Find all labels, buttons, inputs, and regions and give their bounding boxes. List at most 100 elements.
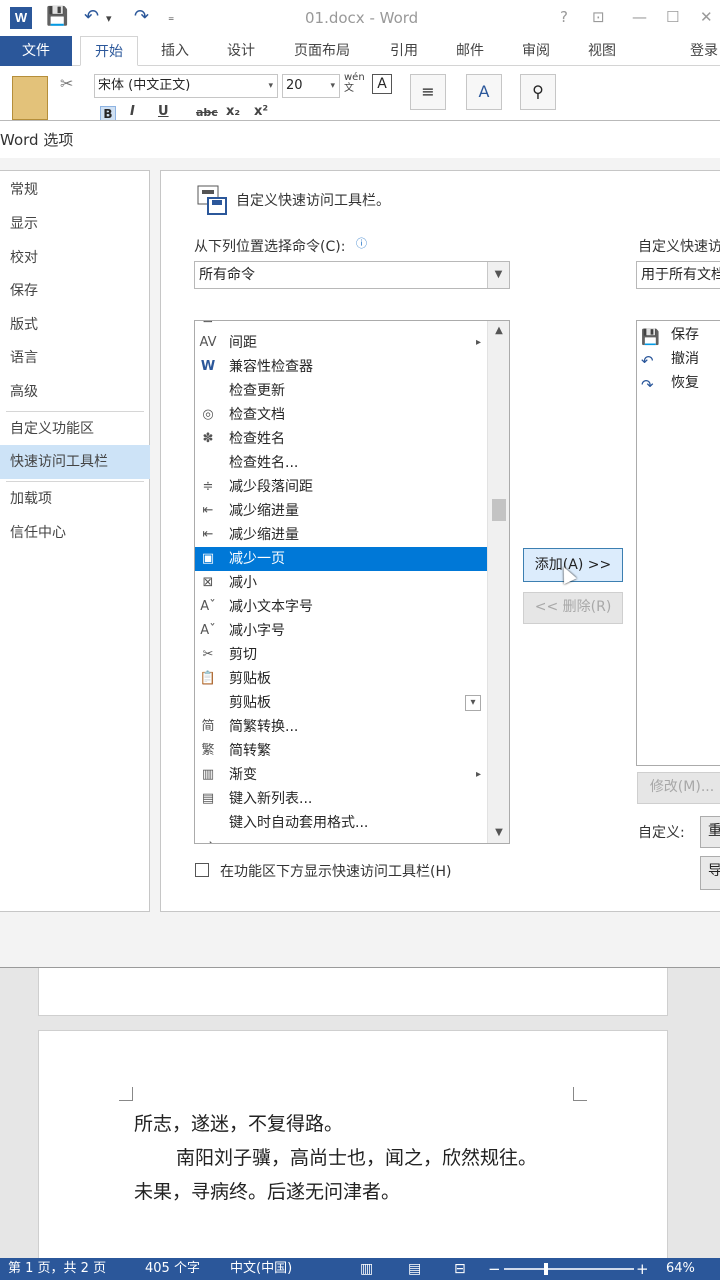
page-count[interactable]: 第 1 页，共 2 页 [8, 1258, 106, 1280]
commands-scrollbar[interactable]: ▲ ▼ [487, 321, 509, 843]
font-size-select[interactable]: 20 ▾ [282, 74, 340, 98]
list-item[interactable]: 检查姓名... [195, 451, 487, 475]
find-icon[interactable]: ⚲ [520, 74, 556, 110]
tab-file[interactable]: 文件 [0, 36, 72, 66]
list-item[interactable]: ◎ 检查文档 [195, 403, 487, 427]
tab-review[interactable]: 审阅 [510, 36, 562, 66]
read-mode-icon[interactable]: ▥ [360, 1258, 373, 1280]
scroll-thumb[interactable] [492, 499, 506, 521]
undo-dropdown-icon[interactable]: ▾ [106, 12, 112, 25]
web-layout-icon[interactable]: ⊟ [454, 1258, 466, 1280]
list-item[interactable]: ⇄ [195, 835, 487, 843]
list-item[interactable]: ⊠ 减小 [195, 571, 487, 595]
tab-insert[interactable]: 插入 [148, 36, 202, 66]
scroll-up-icon[interactable]: ▲ [488, 321, 509, 341]
tab-page-layout[interactable]: 页面布局 [282, 36, 362, 66]
list-item[interactable]: 检查更新 [195, 379, 487, 403]
print-layout-icon[interactable]: ▤ [408, 1258, 421, 1280]
nav-quick-access-toolbar[interactable]: 快速访问工具栏 [0, 445, 150, 479]
nav-display[interactable]: 显示 [0, 207, 150, 241]
nav-language[interactable]: 语言 [0, 341, 150, 375]
zoom-slider[interactable] [504, 1268, 634, 1270]
list-item[interactable]: 剪贴板 ▾ [195, 691, 487, 715]
strikethrough-button[interactable]: abc [196, 106, 218, 119]
undo-icon[interactable]: ↶ [84, 6, 99, 27]
word-count[interactable]: 405 个字 [145, 1258, 200, 1280]
font-name-select[interactable]: 宋体 (中文正文) ▾ [94, 74, 278, 98]
list-item[interactable]: 📋 剪贴板 [195, 667, 487, 691]
list-item[interactable]: Aˇ 减小字号 [195, 619, 487, 643]
subscript-button[interactable]: x₂ [226, 104, 240, 119]
italic-button[interactable]: I [130, 104, 135, 119]
customize-qat-icon[interactable]: ₌ [168, 10, 174, 24]
zoom-out-icon[interactable]: − [488, 1258, 501, 1280]
zoom-slider-thumb[interactable] [544, 1263, 548, 1275]
undo-icon: ↶ [641, 352, 654, 370]
phonetic-guide-icon[interactable]: wén 文 [344, 72, 366, 94]
nav-customize-ribbon[interactable]: 自定义功能区 [0, 412, 150, 446]
list-item[interactable]: ⇤ 减少缩进量 [195, 523, 487, 547]
choose-commands-select[interactable]: 所有命令 ▼ [194, 261, 510, 289]
import-export-button[interactable]: 导 [700, 856, 720, 890]
tab-view[interactable]: 视图 [576, 36, 628, 66]
save-icon[interactable]: 💾 [46, 6, 68, 27]
list-item-selected[interactable]: ▣ 减少一页 [195, 547, 487, 571]
underline-button[interactable]: U [158, 104, 169, 119]
list-item[interactable]: 简简繁转换... [195, 715, 487, 739]
list-item[interactable]: ⊞ [195, 321, 487, 331]
nav-addins[interactable]: 加载项 [0, 482, 150, 516]
window-title: 01.docx - Word [305, 9, 419, 27]
sign-in-link[interactable]: 登录 [690, 36, 720, 66]
decrease-spacing-icon: ≑ [202, 479, 214, 494]
info-icon[interactable]: ⓘ [356, 235, 367, 251]
superscript-button[interactable]: x² [254, 104, 268, 119]
word-app-icon[interactable]: W [10, 7, 32, 29]
nav-layout[interactable]: 版式 [0, 308, 150, 342]
styles-icon[interactable]: A [466, 74, 502, 110]
list-item[interactable]: 繁简转繁 [195, 739, 487, 763]
list-item[interactable]: W 兼容性检查器 [195, 355, 487, 379]
list-item[interactable]: ▥ 渐变 ▸ [195, 763, 487, 787]
cut-icon[interactable]: ✂ [60, 74, 73, 93]
modify-button[interactable]: 修改(M)... [637, 772, 720, 804]
list-item[interactable]: ▤ 键入新列表... [195, 787, 487, 811]
close-icon[interactable]: ✕ [700, 8, 713, 26]
list-item[interactable]: Aˇ 减小文本字号 [195, 595, 487, 619]
reset-button[interactable]: 重 [700, 816, 720, 848]
zoom-in-icon[interactable]: + [636, 1258, 649, 1280]
dialog-titlebar: Word 选项 [0, 120, 720, 158]
list-item[interactable]: AV 间距 ▸ [195, 331, 487, 355]
tab-references[interactable]: 引用 [378, 36, 430, 66]
spacing-icon: AV [199, 335, 217, 350]
list-item[interactable]: ✽ 检查姓名 [195, 427, 487, 451]
show-below-ribbon-checkbox[interactable] [195, 863, 209, 877]
redo-icon[interactable]: ↷ [134, 6, 149, 27]
tab-home[interactable]: 开始 [80, 36, 138, 66]
language[interactable]: 中文(中国) [230, 1258, 292, 1280]
qat-commands-list[interactable]: 💾 保存 ↶ 撤消 ↷ 恢复 [636, 320, 720, 766]
nav-general[interactable]: 常规 [0, 173, 150, 207]
minimize-icon[interactable]: — [632, 8, 647, 26]
nav-save[interactable]: 保存 [0, 274, 150, 308]
tab-design[interactable]: 设计 [214, 36, 268, 66]
ribbon-display-icon[interactable]: ⊡ [592, 8, 605, 26]
remove-button[interactable]: << 删除(R) [523, 592, 623, 624]
scroll-down-icon[interactable]: ▼ [488, 823, 509, 843]
list-item[interactable]: ✂ 剪切 [195, 643, 487, 667]
document-line: 所志，遂迷，不复得路。 [134, 1113, 344, 1135]
zoom-level[interactable]: 64% [666, 1258, 695, 1280]
help-icon[interactable]: ? [560, 8, 568, 26]
list-item[interactable]: ≑ 减少段落间距 [195, 475, 487, 499]
nav-proofing[interactable]: 校对 [0, 241, 150, 275]
maximize-icon[interactable]: ☐ [666, 8, 679, 26]
tab-mailings[interactable]: 邮件 [444, 36, 496, 66]
list-item[interactable]: ⇤ 减少缩进量 [195, 499, 487, 523]
paste-icon[interactable] [12, 76, 48, 120]
customize-qat-select[interactable]: 用于所有文档 [636, 261, 720, 289]
paragraph-icon[interactable]: ≡ [410, 74, 446, 110]
nav-advanced[interactable]: 高级 [0, 375, 150, 409]
char-border-icon[interactable]: A [372, 74, 392, 94]
nav-trust-center[interactable]: 信任中心 [0, 516, 150, 550]
commands-list[interactable]: ⊞ AV间距▸ W兼容性检查器 检查更新 ◎检查文档 ✽检查姓名 检查姓名...… [194, 320, 510, 844]
list-item[interactable]: 键入时自动套用格式... [195, 811, 487, 835]
